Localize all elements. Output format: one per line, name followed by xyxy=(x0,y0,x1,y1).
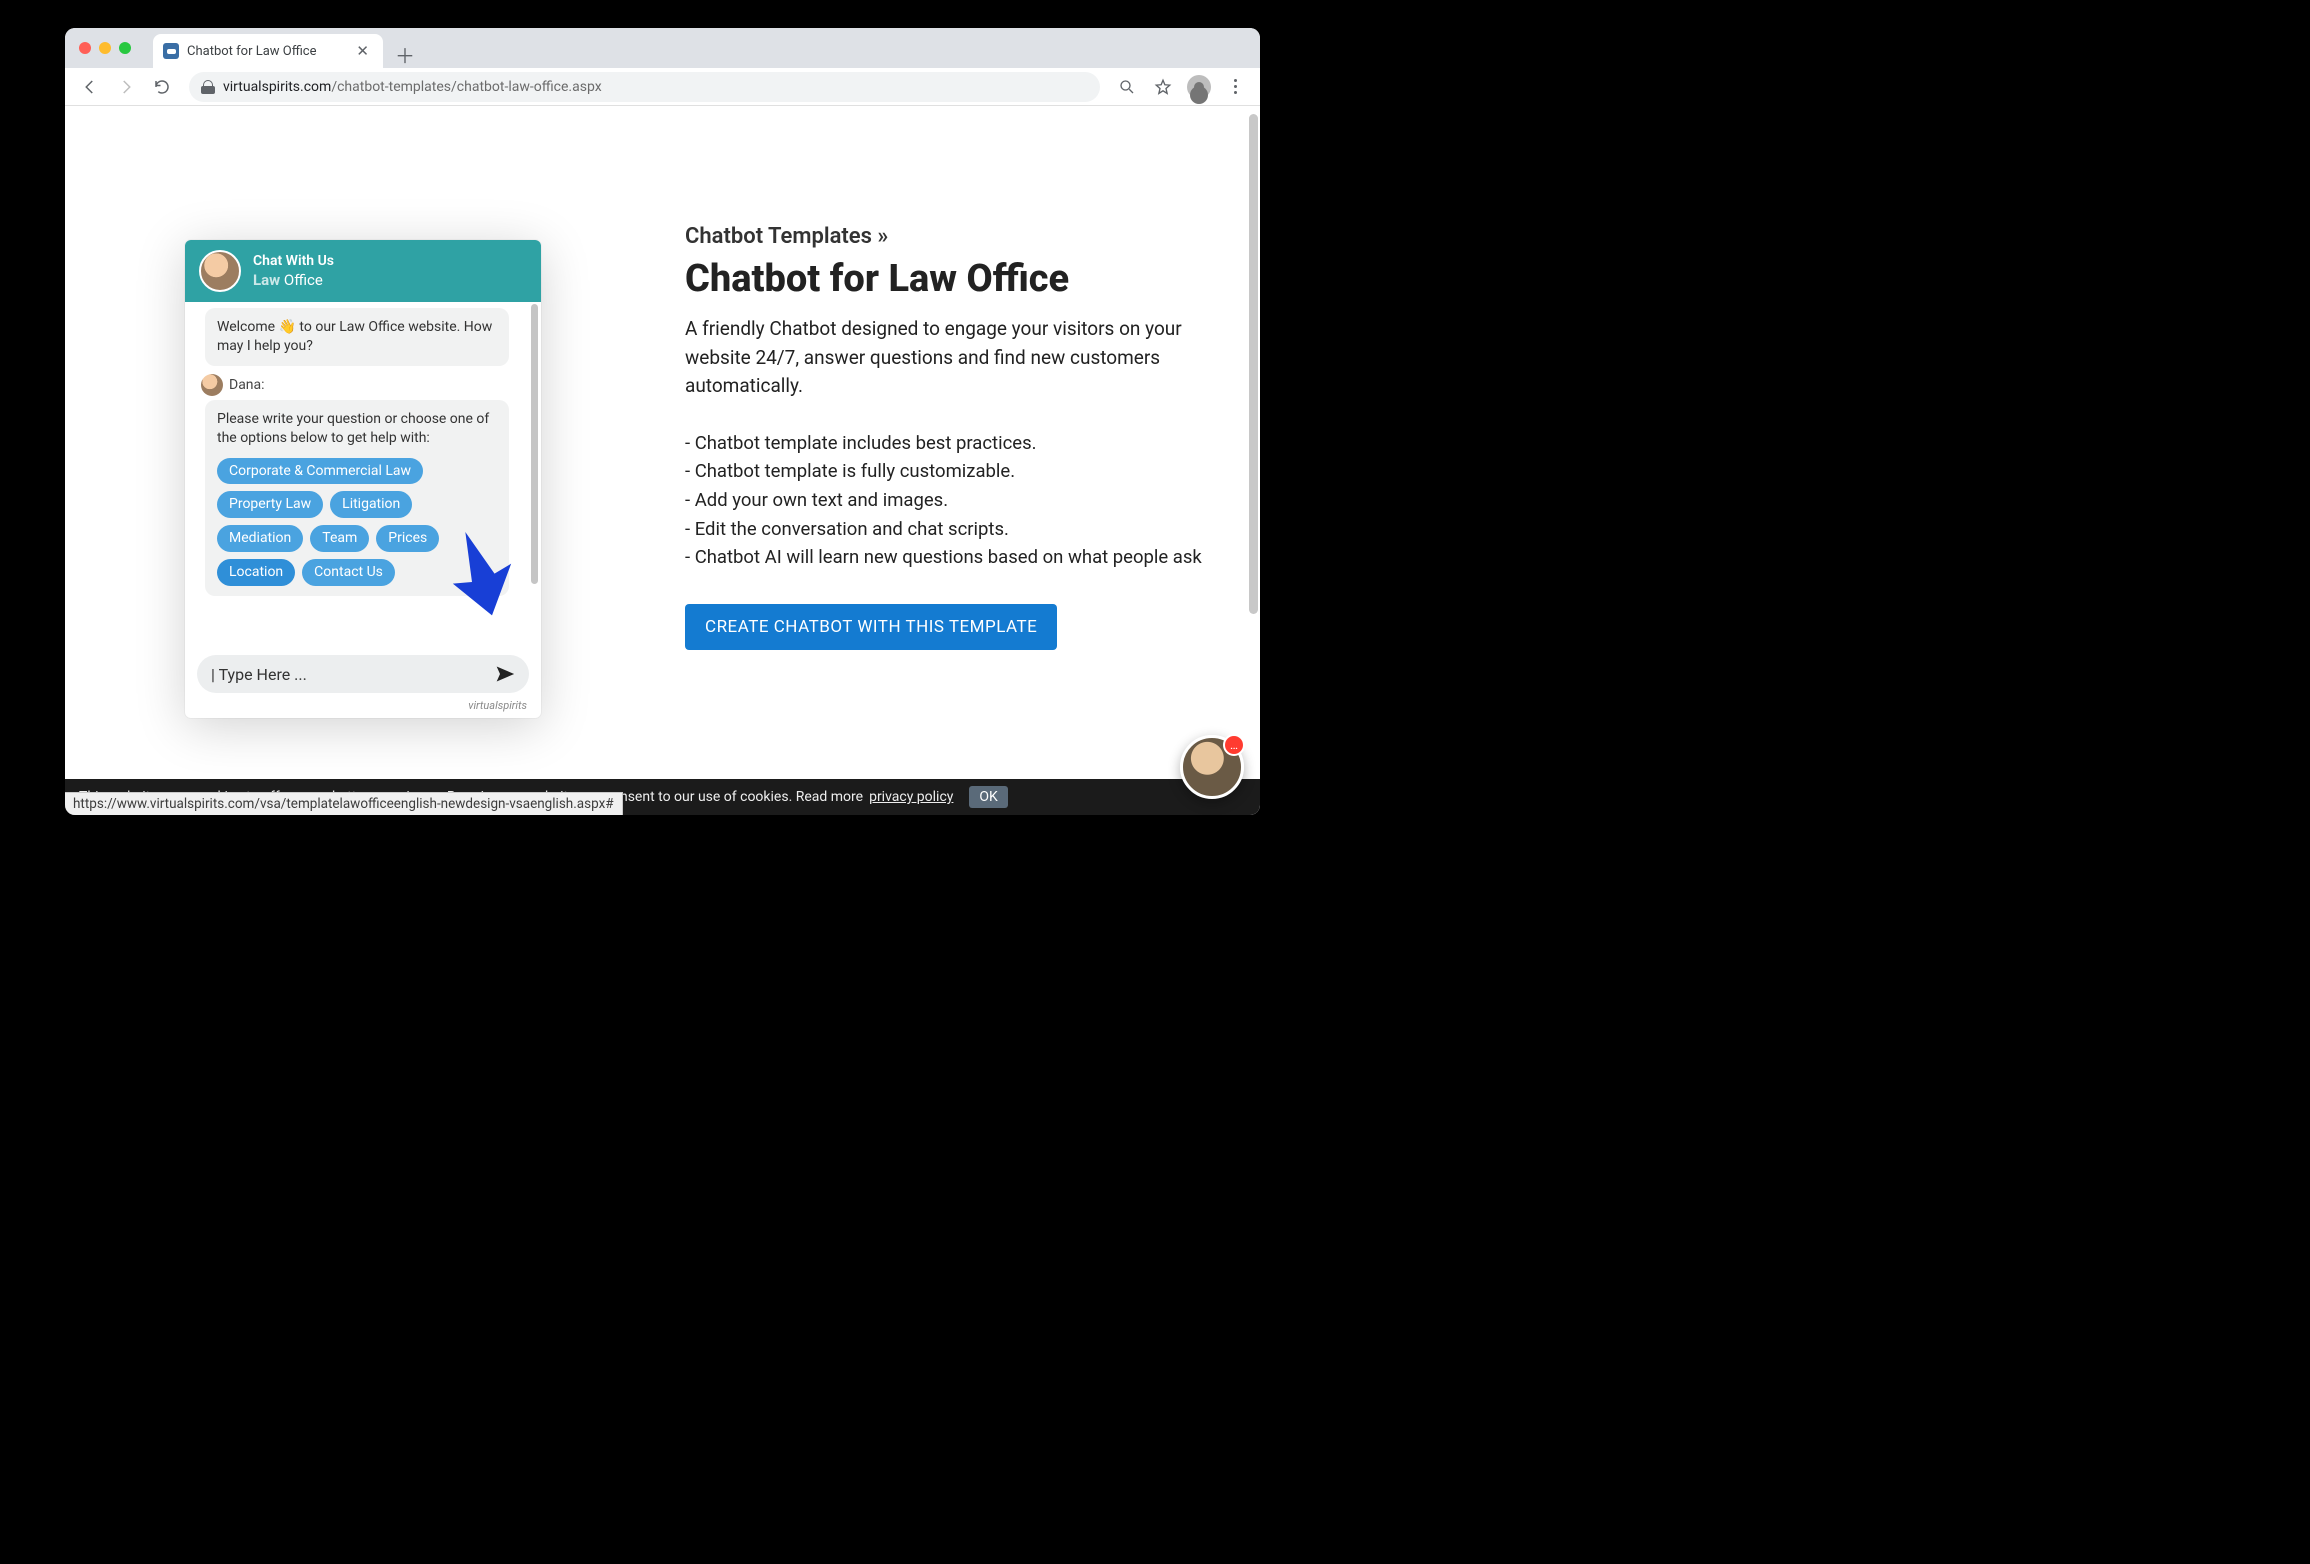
privacy-policy-link[interactable]: privacy policy xyxy=(869,789,953,805)
send-icon[interactable] xyxy=(495,664,515,684)
chat-message: Welcome 👋 to our Law Office website. How… xyxy=(205,308,509,366)
assistant-fab[interactable]: … xyxy=(1180,735,1244,799)
lead-text: A friendly Chatbot designed to engage yo… xyxy=(685,315,1205,401)
minimize-window-dot[interactable] xyxy=(99,42,111,54)
tab-title: Chatbot for Law Office xyxy=(187,44,344,59)
tab-close-icon[interactable]: ✕ xyxy=(352,40,373,62)
chat-sender: Dana: xyxy=(201,374,529,396)
tab-strip: Chatbot for Law Office ✕ ＋ xyxy=(65,28,1260,68)
content-column: Chatbot Templates » Chatbot for Law Offi… xyxy=(685,224,1205,650)
bullet-item: - Add your own text and images. xyxy=(685,486,1205,515)
chip-option[interactable]: Team xyxy=(310,525,369,552)
url-text: virtualspirits.com/chatbot-templates/cha… xyxy=(223,79,602,95)
chip-option[interactable]: Contact Us xyxy=(302,559,395,586)
bullet-item: - Chatbot AI will learn new questions ba… xyxy=(685,543,1205,572)
zoom-icon[interactable] xyxy=(1112,72,1142,102)
chat-prompt-text: Please write your question or choose one… xyxy=(217,411,489,446)
bullet-item: - Edit the conversation and chat scripts… xyxy=(685,515,1205,544)
chat-input-area: | Type Here ... xyxy=(185,647,541,697)
chat-header: Chat With Us Law Office xyxy=(185,240,541,302)
browser-tab[interactable]: Chatbot for Law Office ✕ xyxy=(153,34,383,68)
reload-button[interactable] xyxy=(147,72,177,102)
chip-option[interactable]: Corporate & Commercial Law xyxy=(217,458,423,485)
window-controls xyxy=(77,28,137,68)
back-button[interactable] xyxy=(75,72,105,102)
page-scrollbar[interactable] xyxy=(1249,114,1258,614)
chip-option[interactable]: Litigation xyxy=(330,491,412,518)
chat-message: Please write your question or choose one… xyxy=(205,400,509,596)
fab-badge: … xyxy=(1223,734,1245,756)
browser-window: Chatbot for Law Office ✕ ＋ virtualspirit… xyxy=(65,28,1260,815)
chip-option[interactable]: Prices xyxy=(376,525,439,552)
chip-option[interactable]: Location xyxy=(217,559,295,586)
profile-avatar-icon[interactable] xyxy=(1184,72,1214,102)
chat-avatar xyxy=(199,250,241,292)
chat-header-title: Chat With Us xyxy=(253,253,334,269)
chip-list: Corporate & Commercial Law Property Law Li… xyxy=(217,458,497,587)
bookmark-star-icon[interactable] xyxy=(1148,72,1178,102)
chat-widget: Chat With Us Law Office Welcome 👋 to our… xyxy=(185,240,541,718)
breadcrumb[interactable]: Chatbot Templates » xyxy=(685,224,1205,249)
browser-toolbar: virtualspirits.com/chatbot-templates/cha… xyxy=(65,68,1260,106)
chat-brand: virtualspirits xyxy=(185,697,541,718)
page-title: Chatbot for Law Office xyxy=(685,257,1205,301)
chat-body: Welcome 👋 to our Law Office website. How… xyxy=(185,302,541,647)
lock-icon xyxy=(201,80,215,94)
chat-scrollbar[interactable] xyxy=(531,304,538,584)
chip-option[interactable]: Mediation xyxy=(217,525,303,552)
chip-option[interactable]: Property Law xyxy=(217,491,323,518)
chat-input[interactable]: | Type Here ... xyxy=(197,655,529,693)
favicon-icon xyxy=(163,43,179,59)
create-chatbot-button[interactable]: CREATE CHATBOT WITH THIS TEMPLATE xyxy=(685,604,1057,650)
sender-avatar-icon xyxy=(201,374,223,396)
sender-name: Dana: xyxy=(229,377,265,393)
address-bar[interactable]: virtualspirits.com/chatbot-templates/cha… xyxy=(189,72,1100,102)
bullet-item: - Chatbot template includes best practic… xyxy=(685,429,1205,458)
close-window-dot[interactable] xyxy=(79,42,91,54)
bullet-list: - Chatbot template includes best practic… xyxy=(685,429,1205,572)
status-bar: https://www.virtualspirits.com/vsa/templ… xyxy=(65,792,623,815)
page-content: Chat With Us Law Office Welcome 👋 to our… xyxy=(65,106,1260,815)
bullet-item: - Chatbot template is fully customizable… xyxy=(685,457,1205,486)
maximize-window-dot[interactable] xyxy=(119,42,131,54)
browser-menu-icon[interactable] xyxy=(1220,72,1250,102)
chat-header-subtitle: Law Office xyxy=(253,271,334,289)
forward-button[interactable] xyxy=(111,72,141,102)
cookie-ok-button[interactable]: OK xyxy=(969,786,1007,808)
chat-input-placeholder: | Type Here ... xyxy=(211,665,307,684)
new-tab-button[interactable]: ＋ xyxy=(391,40,419,68)
